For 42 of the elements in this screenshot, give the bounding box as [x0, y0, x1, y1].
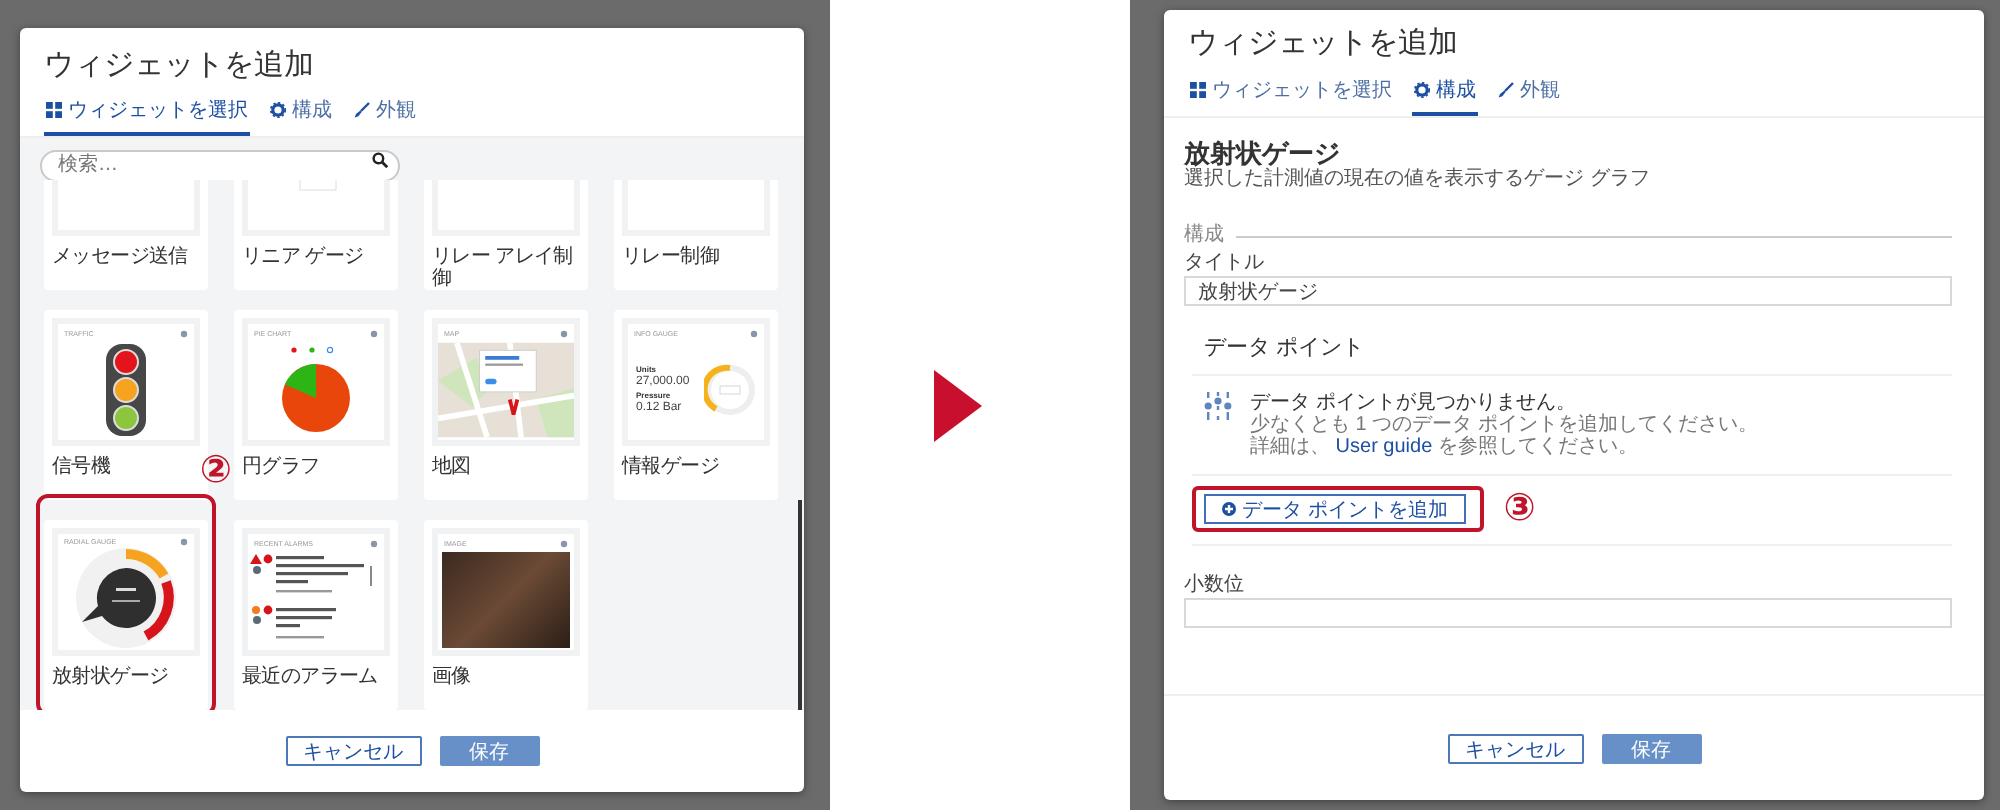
widget-card[interactable]: リレー制御 [614, 180, 778, 290]
add-data-point-button[interactable]: データ ポイントを追加 [1204, 494, 1466, 524]
step-number: ③ [1503, 489, 1536, 529]
tab[interactable]: 外観 [352, 90, 418, 136]
pie-chart-drawing [276, 344, 356, 436]
gauge-drawing [704, 364, 756, 416]
empty-title: データ ポイントが見つかりません。 [1250, 392, 1578, 414]
brush-icon [1498, 82, 1514, 98]
dialog-title: ウィジェットを追加 [1186, 24, 1460, 64]
photo-placeholder [442, 552, 570, 648]
grid-icon [46, 102, 62, 118]
empty-hint: 少なくとも 1 つのデータ ポイントを追加してください。 [1250, 414, 1758, 436]
field-label: タイトル [1184, 252, 1266, 276]
widget-name: 放射状ゲージ [1184, 138, 1342, 168]
tab[interactable]: 外観 [1496, 70, 1562, 116]
sliders-icon [1204, 392, 1232, 420]
section-heading: データ ポイント [1192, 322, 1952, 376]
map-drawing [438, 340, 574, 440]
cancel-button[interactable]: キャンセル [1447, 733, 1583, 763]
cancel-button[interactable]: キャンセル [285, 736, 421, 766]
radial-gauge-drawing [74, 546, 178, 650]
tab[interactable]: 構成 [1412, 70, 1478, 116]
section-label: 構成 [1184, 224, 1224, 248]
tab[interactable]: ウィジェットを選択 [1188, 70, 1394, 116]
widget-description: 選択した計測値の現在の値を表示するゲージ グラフ [1184, 168, 1652, 192]
brush-icon [354, 102, 370, 118]
guide-text: 詳細は、 User guide を参照してください。 [1250, 436, 1640, 458]
dialog-title: ウィジェットを追加 [42, 46, 316, 86]
widget-card[interactable]: リニア ゲージ [234, 180, 398, 290]
traffic-light-drawing [106, 344, 146, 436]
user-guide-link[interactable]: User guide [1335, 436, 1433, 458]
decimals-field[interactable] [1184, 598, 1952, 628]
grid-icon [1190, 82, 1206, 98]
tab[interactable]: 構成 [268, 90, 334, 136]
widget-card[interactable]: リレー アレイ制御 [424, 180, 588, 290]
scrollbar[interactable] [798, 500, 802, 710]
plus-circle-icon [1222, 502, 1236, 516]
field-label: 小数位 [1184, 574, 1246, 598]
title-field[interactable]: 放射状ゲージ [1184, 276, 1952, 306]
triangle-arrow-icon [934, 369, 982, 441]
widget-card[interactable]: メッセージ送信 [44, 180, 208, 290]
search-icon [372, 152, 388, 168]
